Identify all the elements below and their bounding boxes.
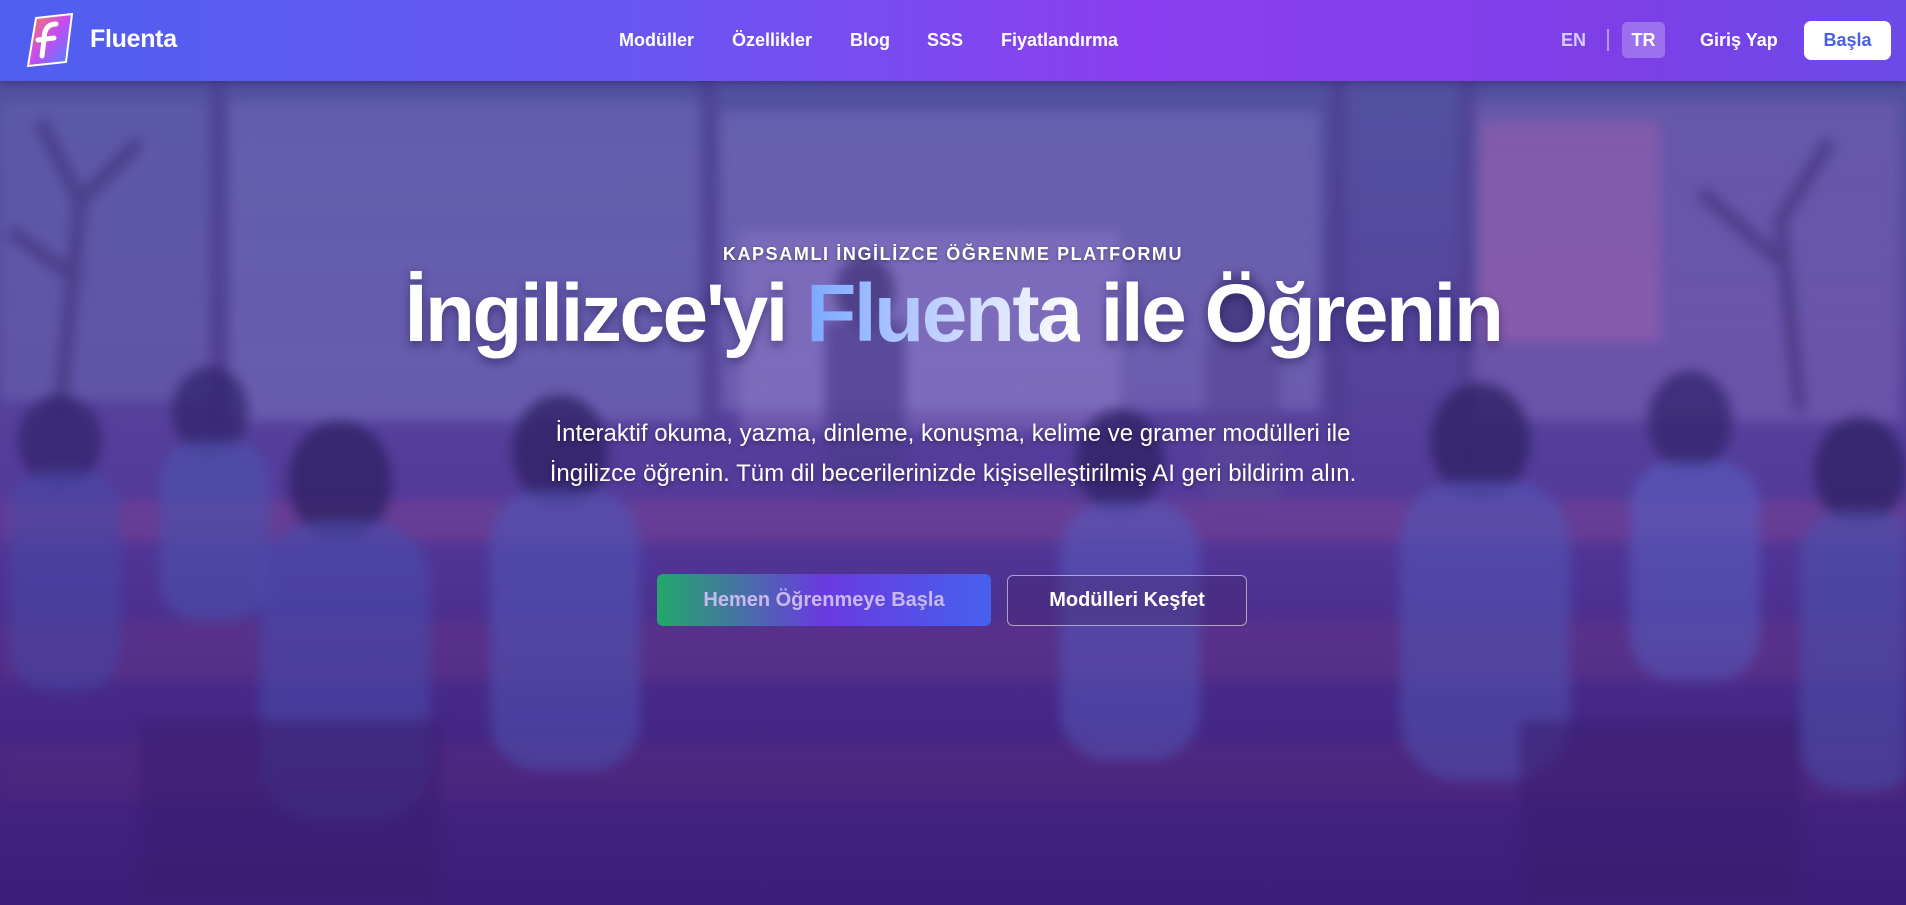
login-link[interactable]: Giriş Yap [1700, 30, 1778, 51]
hero-eyebrow: KAPSAMLI İNGİLİZCE ÖĞRENME PLATFORMU [722, 244, 1184, 264]
nav-item-blog[interactable]: Blog [850, 30, 890, 51]
nav-item-modules[interactable]: Modüller [619, 30, 694, 51]
headline-part-1: İngilizce'yi [404, 268, 807, 359]
headline-accent-brand: Fluenta [806, 268, 1083, 359]
hero-headline: İngilizce'yi Fluenta ile Öğrenin [0, 267, 1906, 361]
start-learning-button[interactable]: Hemen Öğrenmeye Başla [657, 574, 991, 626]
language-en-button[interactable]: EN [1561, 30, 1586, 51]
hero-subtitle: İnteraktif okuma, yazma, dinleme, konuşm… [549, 420, 1357, 487]
nav-item-pricing[interactable]: Fiyatlandırma [1001, 30, 1118, 51]
explore-modules-button[interactable]: Modülleri Keşfet [1007, 575, 1247, 626]
hero-section: KAPSAMLI İNGİLİZCE ÖĞRENME PLATFORMU İng… [0, 81, 1906, 905]
nav-item-faq[interactable]: SSS [927, 30, 963, 51]
nav-item-features[interactable]: Özellikler [732, 30, 812, 51]
start-button[interactable]: Başla [1804, 21, 1891, 60]
language-divider [1607, 29, 1609, 51]
main-nav: Modüller Özellikler Blog SSS Fiyatlandır… [0, 30, 1906, 54]
headline-part-2: ile Öğrenin [1080, 268, 1504, 359]
top-navbar: Fluenta Modüller Özellikler Blog SSS Fiy… [0, 0, 1906, 81]
language-tr-button[interactable]: TR [1622, 22, 1665, 58]
